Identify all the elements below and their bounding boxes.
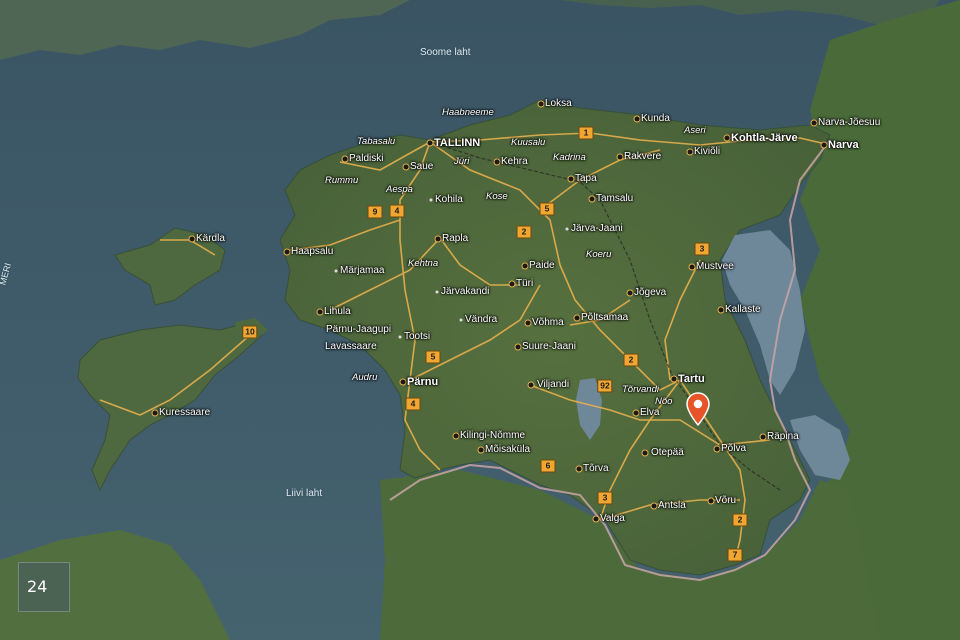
- city-dot: [399, 378, 407, 386]
- road-shield-3: 3: [694, 242, 710, 256]
- city-dot: [633, 115, 641, 123]
- road-shield-7: 7: [727, 548, 743, 562]
- city-dot: [573, 314, 581, 322]
- city-dot: [707, 497, 715, 505]
- road-shield-5: 5: [539, 202, 555, 216]
- city-dot: [820, 141, 828, 149]
- city-dot: [283, 248, 291, 256]
- town-dot: [435, 290, 439, 294]
- city-dot: [434, 235, 442, 243]
- city-dot: [810, 119, 818, 127]
- road-shield-2c: 2: [732, 513, 748, 527]
- city-dot: [592, 515, 600, 523]
- city-dot: [537, 100, 545, 108]
- city-dot: [452, 432, 460, 440]
- zoom-level-badge[interactable]: 24: [18, 562, 70, 612]
- town-dot: [565, 227, 569, 231]
- city-dot: [670, 375, 678, 383]
- map-background: [0, 0, 960, 640]
- road-shield-3b: 3: [597, 491, 613, 505]
- road-shield-2: 2: [516, 225, 532, 239]
- city-dot: [341, 155, 349, 163]
- road-shield-6: 6: [540, 459, 556, 473]
- city-dot: [426, 139, 434, 147]
- location-pin-icon[interactable]: [686, 392, 710, 426]
- city-dot: [508, 280, 516, 288]
- city-dot: [188, 235, 196, 243]
- city-dot: [316, 308, 324, 316]
- city-dot: [527, 381, 535, 389]
- city-dot: [514, 343, 522, 351]
- map-view[interactable]: Soome laht Liivi laht MERI TALLINN Tartu…: [0, 0, 960, 640]
- road-shield-2b: 2: [623, 353, 639, 367]
- city-dot: [686, 148, 694, 156]
- road-shield-4b: 4: [405, 397, 421, 411]
- road-shield-10: 10: [242, 325, 258, 339]
- city-dot: [650, 502, 658, 510]
- city-dot: [588, 195, 596, 203]
- city-dot: [524, 319, 532, 327]
- road-shield-5b: 5: [425, 350, 441, 364]
- city-dot: [575, 465, 583, 473]
- city-dot: [477, 446, 485, 454]
- city-dot: [641, 449, 649, 457]
- city-dot: [723, 134, 731, 142]
- city-dot: [493, 158, 501, 166]
- town-dot: [334, 269, 338, 273]
- city-dot: [713, 445, 721, 453]
- road-shield-4: 4: [389, 204, 405, 218]
- city-dot: [616, 153, 624, 161]
- town-dot: [429, 198, 433, 202]
- city-dot: [717, 306, 725, 314]
- city-dot: [567, 175, 575, 183]
- city-dot: [632, 409, 640, 417]
- city-dot: [759, 433, 767, 441]
- city-dot: [626, 289, 634, 297]
- town-dot: [459, 318, 463, 322]
- road-shield-92: 92: [597, 379, 613, 393]
- town-dot: [398, 335, 402, 339]
- road-shield-1: 1: [578, 126, 594, 140]
- city-dot: [151, 409, 159, 417]
- city-dot: [688, 263, 696, 271]
- city-dot: [521, 262, 529, 270]
- road-shield-9: 9: [367, 205, 383, 219]
- city-dot: [402, 163, 410, 171]
